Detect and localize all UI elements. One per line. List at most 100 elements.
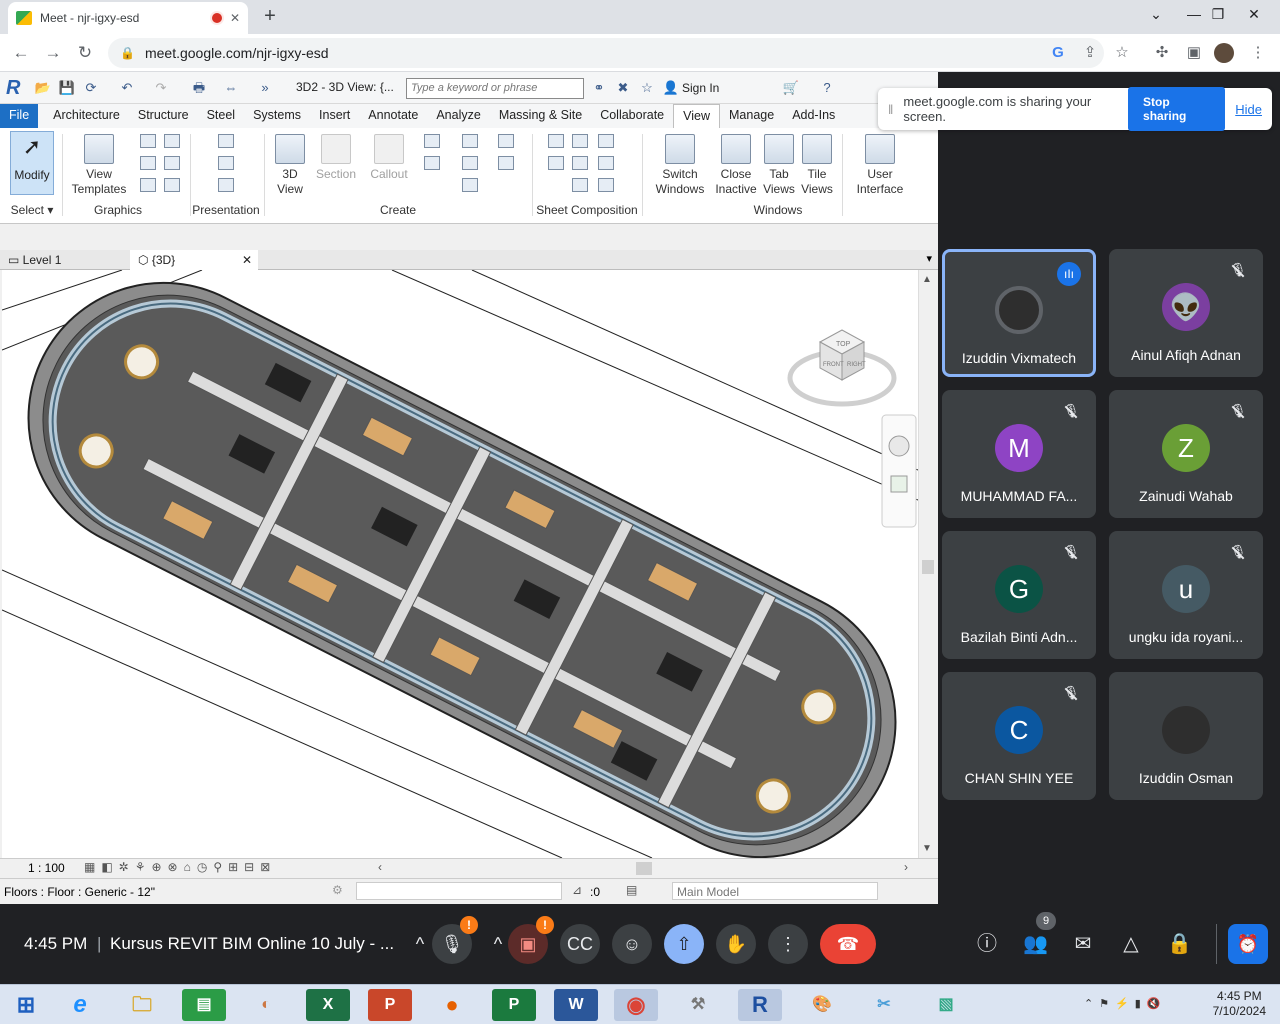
system-tray-icons[interactable]: ⌃⚑⚡▮🔇 bbox=[1084, 997, 1167, 1010]
scope-box-icon[interactable] bbox=[498, 156, 514, 170]
editing-requests-icon[interactable]: ▤ bbox=[626, 883, 637, 897]
store-cart-icon[interactable]: 🛒 bbox=[782, 79, 800, 97]
section-button[interactable]: Section bbox=[312, 134, 360, 182]
hscroll-left-icon[interactable]: ‹ bbox=[378, 860, 382, 874]
chrome-icon[interactable]: ◉ bbox=[614, 989, 658, 1021]
scroll-down-icon[interactable]: ▼ bbox=[922, 843, 932, 854]
view-scale[interactable]: 1 : 100 bbox=[28, 861, 65, 875]
view-reference-icon[interactable] bbox=[572, 178, 588, 192]
legends-icon[interactable] bbox=[462, 178, 478, 192]
powerpoint-icon[interactable]: P bbox=[368, 989, 412, 1021]
viewports-icon[interactable] bbox=[598, 178, 614, 192]
modify-button[interactable]: ➚ Modify bbox=[10, 131, 54, 195]
participant-tile[interactable]: Izuddin Osman bbox=[1109, 672, 1263, 800]
tool-app-icon[interactable]: ⚒ bbox=[676, 989, 720, 1021]
ribbon-tab-insert[interactable]: Insert bbox=[310, 104, 359, 128]
viewcube[interactable]: TOP FRONT RIGHT bbox=[787, 329, 897, 407]
paint-color-icon[interactable]: ◐ bbox=[244, 989, 288, 1021]
ribbon-tab-file[interactable]: File bbox=[0, 104, 39, 128]
view-tab-3d[interactable]: ⬡ {3D} ✕ bbox=[130, 250, 258, 270]
print-icon[interactable]: 🖶 bbox=[190, 79, 208, 97]
excel-icon[interactable]: X bbox=[306, 989, 350, 1021]
help-icon[interactable]: ? bbox=[818, 79, 836, 97]
activities-icon[interactable]: △ bbox=[1119, 932, 1143, 956]
binoculars-icon[interactable]: ⚭ bbox=[590, 79, 608, 97]
vertical-scrollbar[interactable]: ▲ ▼ bbox=[918, 270, 936, 858]
workset-dropdown[interactable] bbox=[356, 882, 562, 900]
schedules-icon[interactable] bbox=[498, 134, 514, 148]
measure-icon[interactable]: ⇔ bbox=[222, 79, 240, 97]
paint-icon[interactable]: 🎨 bbox=[800, 989, 844, 1021]
restore-button[interactable]: ❐ bbox=[1200, 0, 1236, 30]
subscription-icon[interactable]: ✖ bbox=[614, 79, 632, 97]
render-icon[interactable] bbox=[164, 178, 180, 192]
favorites-star-icon[interactable]: ☆ bbox=[638, 79, 656, 97]
visibility-graphics-icon[interactable] bbox=[140, 134, 156, 148]
callout-button[interactable]: Callout bbox=[364, 134, 414, 182]
share-icon[interactable]: ⇪ bbox=[1080, 43, 1100, 63]
leave-call-button[interactable]: ☎ bbox=[820, 924, 876, 964]
tab-search-chevron-icon[interactable]: ⌄ bbox=[1138, 0, 1174, 30]
emoji-reactions-button[interactable]: ☺ bbox=[612, 924, 652, 964]
placeholder-sheet-icon[interactable] bbox=[572, 134, 588, 148]
revit-logo-icon[interactable]: R bbox=[6, 77, 26, 99]
ribbon-tab-view[interactable]: View bbox=[673, 104, 720, 128]
windows-start-icon[interactable]: ⊞ bbox=[4, 989, 48, 1021]
omnibox[interactable]: 🔒 meet.google.com/njr-igxy-esd bbox=[108, 38, 1104, 68]
matchline-icon[interactable] bbox=[598, 156, 614, 170]
cut-profile-icon[interactable] bbox=[140, 178, 156, 192]
sheet-icon[interactable] bbox=[548, 134, 564, 148]
elevation-icon[interactable] bbox=[424, 156, 440, 170]
scroll-up-icon[interactable]: ▲ bbox=[922, 274, 932, 285]
reload-icon[interactable]: ↻ bbox=[74, 42, 96, 64]
navigation-bar[interactable] bbox=[881, 414, 917, 528]
ribbon-tab-systems[interactable]: Systems bbox=[244, 104, 310, 128]
captions-button[interactable]: CC bbox=[560, 924, 600, 964]
hscroll-thumb[interactable] bbox=[636, 862, 652, 875]
extensions-icon[interactable]: ✣ bbox=[1152, 43, 1172, 63]
drag-handle-icon[interactable]: ‖ bbox=[888, 102, 893, 117]
more-tools-icon[interactable]: » bbox=[256, 79, 274, 97]
close-inactive-button[interactable]: Close Inactive bbox=[712, 134, 760, 197]
thin-lines-icon[interactable] bbox=[140, 156, 156, 170]
snipping-tool-icon[interactable]: ✂ bbox=[862, 989, 906, 1021]
timer-alarm-icon[interactable]: ⏰ bbox=[1228, 924, 1268, 964]
participant-tile[interactable]: 👽 🎙 Ainul Afiqh Adnan bbox=[1109, 249, 1263, 377]
ribbon-tab-architecture[interactable]: Architecture bbox=[44, 104, 129, 128]
internet-explorer-icon[interactable]: e bbox=[58, 989, 102, 1021]
open-icon[interactable]: 📂 bbox=[34, 79, 52, 97]
ribbon-tab-massing-site[interactable]: Massing & Site bbox=[490, 104, 591, 128]
project-icon[interactable]: P bbox=[492, 989, 536, 1021]
scroll-thumb[interactable] bbox=[922, 560, 934, 574]
microphone-button[interactable]: 🎙! bbox=[432, 916, 478, 964]
rendering-icon[interactable] bbox=[218, 156, 234, 170]
view-tab-level-1[interactable]: ▭ Level 1 bbox=[0, 250, 128, 270]
duplicate-view-icon[interactable] bbox=[462, 156, 478, 170]
ribbon-tab-annotate[interactable]: Annotate bbox=[359, 104, 427, 128]
forward-arrow-icon[interactable]: → bbox=[42, 42, 64, 64]
new-tab-button[interactable]: + bbox=[258, 4, 282, 28]
raise-hand-button[interactable]: ✋ bbox=[716, 924, 756, 964]
undo-icon[interactable]: ↶ bbox=[118, 79, 136, 97]
word-icon[interactable]: W bbox=[554, 989, 598, 1021]
bookmark-star-icon[interactable]: ☆ bbox=[1112, 43, 1132, 63]
close-window-button[interactable]: ✕ bbox=[1236, 0, 1272, 30]
project-app-icon[interactable]: ▤ bbox=[182, 989, 226, 1021]
drafting-view-icon[interactable] bbox=[462, 134, 478, 148]
filter-icon[interactable]: ⊿ bbox=[572, 883, 582, 897]
firefox-icon[interactable]: ● bbox=[430, 989, 474, 1021]
people-icon[interactable]: 👥 bbox=[1023, 932, 1048, 956]
camera-off-button[interactable]: ▣! bbox=[508, 916, 554, 964]
panel-select[interactable]: Select ▾ bbox=[4, 203, 60, 217]
ribbon-tab-analyze[interactable]: Analyze bbox=[427, 104, 489, 128]
google-icon[interactable]: G bbox=[1048, 43, 1068, 63]
chrome-menu-icon[interactable]: ⋮ bbox=[1248, 43, 1268, 63]
profile-avatar[interactable] bbox=[1214, 43, 1234, 63]
chat-icon[interactable]: ✉ bbox=[1071, 932, 1095, 956]
guide-grid-icon[interactable] bbox=[572, 156, 588, 170]
participant-tile[interactable]: G 🎙 Bazilah Binti Adn... bbox=[942, 531, 1096, 659]
ribbon-tab-structure[interactable]: Structure bbox=[129, 104, 198, 128]
image-icon[interactable] bbox=[218, 178, 234, 192]
view-tabs-dropdown-icon[interactable]: ▾ bbox=[926, 252, 932, 265]
hscroll-right-icon[interactable]: › bbox=[904, 860, 908, 874]
